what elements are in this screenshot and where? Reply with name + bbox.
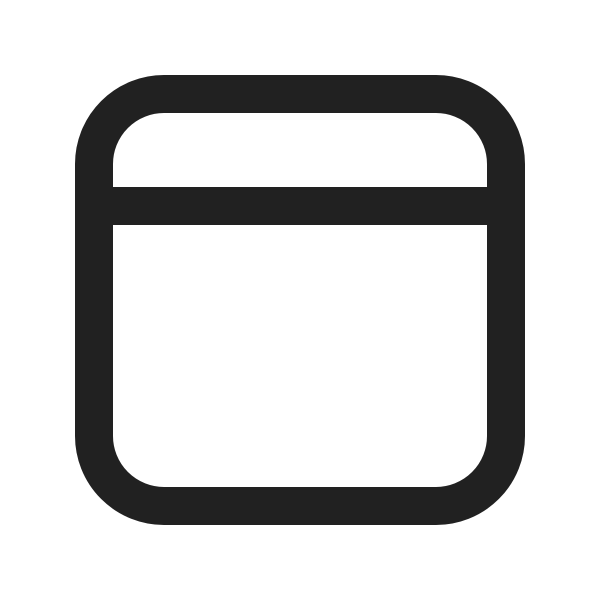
icon-canvas	[0, 0, 600, 600]
window-frame	[75, 75, 525, 525]
app-window-icon	[75, 75, 525, 525]
